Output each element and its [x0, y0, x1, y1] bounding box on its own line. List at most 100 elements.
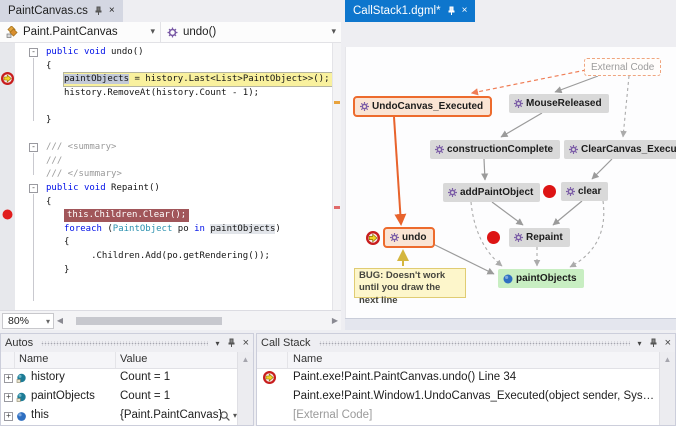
scroll-up-icon[interactable]: ▲ — [242, 355, 250, 364]
graph-node-repaint[interactable]: Repaint — [509, 228, 570, 247]
drag-grip[interactable] — [319, 341, 630, 346]
pin-icon[interactable] — [649, 338, 658, 348]
callstack-row-current[interactable]: Paint.exe!Paint.PaintCanvas.undo() Line … — [257, 369, 659, 388]
scroll-up-icon[interactable]: ▲ — [664, 355, 672, 364]
autos-row-history[interactable]: + history Count = 1 — [1, 369, 237, 388]
pin-icon[interactable] — [447, 6, 456, 16]
var-value: Count = 1 — [120, 371, 170, 383]
graph-annotation-bug-note[interactable]: BUG: Doesn't work until you draw the nex… — [354, 268, 466, 298]
var-value: {Paint.PaintCanvas} — [120, 409, 222, 421]
method-icon — [566, 187, 575, 196]
code-line — [0, 128, 332, 142]
breakpoint-icon[interactable] — [2, 209, 13, 220]
callstack-scrollbar[interactable]: ▲ — [659, 352, 675, 425]
tab-title: PaintCanvas.cs — [8, 5, 88, 17]
code-text: } — [46, 114, 51, 127]
method-icon — [569, 145, 578, 154]
dgml-graph-canvas[interactable]: External Code UndoCanvas_Executed MouseR… — [345, 47, 676, 318]
close-icon[interactable]: × — [109, 6, 115, 16]
code-text: public void undo() — [46, 46, 144, 59]
callstack-panel: Call Stack ▾ × Name Paint.exe!Paint.Pain… — [256, 333, 676, 426]
frame-text: Paint.exe!Paint.Window1.UndoCanvas_Execu… — [293, 390, 654, 402]
field-icon — [16, 373, 27, 384]
autos-panel: Autos ▾ × Name Value + history Count = 1… — [0, 333, 254, 426]
breakpoint-icon[interactable] — [543, 185, 556, 198]
code-line: { — [0, 196, 332, 210]
drag-grip[interactable] — [41, 341, 207, 346]
callstack-column-header[interactable]: Name — [257, 352, 675, 369]
tab-callstack-dgml[interactable]: CallStack1.dgml* × — [345, 0, 475, 22]
field-icon — [16, 392, 27, 403]
autos-row-paintobjects[interactable]: + paintObjects Count = 1 — [1, 388, 237, 407]
column-name[interactable]: Name — [293, 353, 322, 365]
method-icon — [435, 145, 444, 154]
scroll-right-button[interactable]: ▶ — [329, 316, 341, 325]
var-value: Count = 1 — [120, 390, 170, 402]
expand-icon[interactable]: + — [4, 412, 13, 421]
code-editor[interactable]: -public void undo(){paintObjects = histo… — [0, 43, 332, 310]
close-icon[interactable]: × — [462, 6, 468, 16]
graph-node-undo[interactable]: undo — [383, 227, 435, 248]
graph-node-mousereleased[interactable]: MouseReleased — [509, 94, 609, 113]
window-menu-icon[interactable]: ▾ — [216, 339, 220, 348]
close-icon[interactable]: × — [243, 337, 249, 349]
editor-scrollbar[interactable] — [332, 43, 341, 310]
editor-zoom-bar: 80% ▾ ◀ ▶ — [0, 310, 341, 330]
expand-icon[interactable]: + — [4, 393, 13, 402]
expand-icon[interactable]: + — [4, 374, 13, 383]
fold-marker[interactable]: - — [29, 143, 38, 152]
left-tab-strip: PaintCanvas.cs × — [0, 0, 341, 22]
graph-scroll-strip[interactable] — [345, 318, 676, 330]
graph-node-clear[interactable]: clear — [561, 182, 608, 201]
close-icon[interactable]: × — [665, 337, 671, 349]
zoom-select[interactable]: 80% ▾ — [2, 313, 54, 329]
code-text: .Children.Add(po.getRendering()); — [64, 250, 270, 263]
graph-node-constructioncomplete[interactable]: constructionComplete — [430, 140, 560, 159]
current-statement-icon[interactable] — [1, 72, 14, 85]
autos-column-header[interactable]: Name Value — [1, 352, 253, 369]
fold-guide — [33, 153, 34, 175]
code-line: foreach (PaintObject po in paintObjects) — [0, 223, 332, 237]
code-line — [0, 100, 332, 114]
callstack-row-external[interactable]: [External Code] — [257, 407, 659, 426]
tab-paintcanvas[interactable]: PaintCanvas.cs × — [0, 0, 123, 22]
var-name: this — [31, 409, 49, 421]
fold-marker[interactable]: - — [29, 184, 38, 193]
member-dropdown[interactable]: undo() ▾ — [161, 22, 341, 42]
graph-node-addpaintobject[interactable]: addPaintObject — [443, 183, 540, 202]
h-scrollbar[interactable] — [66, 315, 329, 327]
callstack-row[interactable]: Paint.exe!Paint.Window1.UndoCanvas_Execu… — [257, 388, 659, 407]
column-name[interactable]: Name — [19, 353, 48, 365]
graph-node-external-code[interactable]: External Code — [584, 58, 661, 76]
column-value[interactable]: Value — [120, 353, 147, 365]
fold-guide — [33, 194, 34, 301]
h-scrollbar-thumb[interactable] — [76, 317, 222, 325]
scroll-left-button[interactable]: ◀ — [54, 316, 66, 325]
graph-node-undocanvas-executed[interactable]: UndoCanvas_Executed — [353, 96, 492, 117]
autos-row-this[interactable]: + this {Paint.PaintCanvas} ▾ — [1, 407, 237, 426]
code-line: /// </summary> — [0, 168, 332, 182]
class-name: Paint.PaintCanvas — [23, 26, 118, 38]
graph-node-paintobjects[interactable]: paintObjects — [498, 269, 584, 288]
code-text: /// — [46, 155, 62, 168]
fold-guide — [33, 58, 34, 121]
window-menu-icon[interactable]: ▾ — [638, 339, 642, 348]
pin-icon[interactable] — [227, 338, 236, 348]
autos-scrollbar[interactable]: ▲ — [237, 352, 253, 425]
code-text: /// </summary> — [46, 168, 122, 181]
code-text: foreach (PaintObject po in paintObjects) — [64, 223, 281, 236]
code-line: history.RemoveAt(history.Count - 1); — [0, 87, 332, 101]
graph-node-clearcanvas-executed[interactable]: ClearCanvas_Executed — [564, 140, 676, 159]
fold-marker[interactable]: - — [29, 48, 38, 57]
pin-icon[interactable] — [94, 6, 103, 16]
code-text: } — [64, 264, 69, 277]
editor-navigation-bar: Paint.PaintCanvas ▾ undo() ▾ — [0, 22, 341, 43]
magnifier-icon[interactable] — [219, 410, 231, 422]
method-icon — [167, 27, 178, 38]
tab-title: CallStack1.dgml* — [353, 5, 441, 17]
class-dropdown[interactable]: Paint.PaintCanvas ▾ — [0, 22, 161, 42]
callstack-header[interactable]: Call Stack ▾ × — [257, 334, 675, 352]
autos-header[interactable]: Autos ▾ × — [1, 334, 253, 352]
chevron-down-icon: ▾ — [46, 317, 50, 326]
breakpoint-icon[interactable] — [487, 231, 500, 244]
